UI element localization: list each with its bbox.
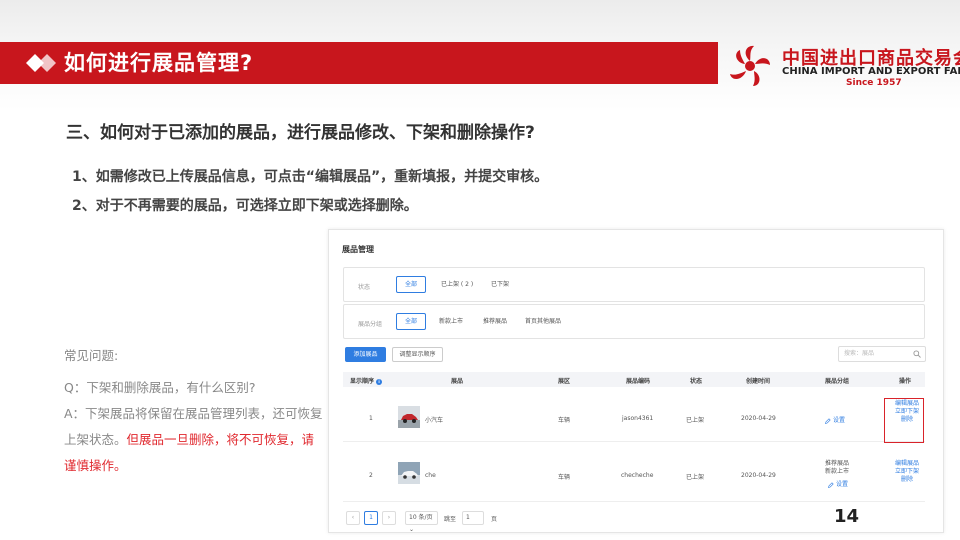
status-filter-label: 状态 <box>358 284 371 291</box>
info-icon: i <box>376 378 383 385</box>
chevron-down-icon: ⌄ <box>409 526 415 533</box>
row-zone: 车辆 <box>558 417 571 424</box>
add-exhibit-button[interactable]: 添加展品 <box>345 347 386 362</box>
column-actions: 操作 <box>899 378 912 385</box>
group-filter-label: 展品分组 <box>358 321 383 328</box>
logo-since-text: Since 1957 <box>846 78 902 88</box>
car-thumbnail <box>398 462 420 484</box>
row-code: jason4361 <box>622 415 654 422</box>
step-2: 2、对于不再需要的展品，可选择立即下架或选择删除。 <box>72 198 418 214</box>
edit-icon <box>828 481 834 488</box>
column-status: 状态 <box>690 378 703 385</box>
diamond-icon <box>26 54 56 72</box>
actions-highlight-box <box>884 398 924 443</box>
row-order: 2 <box>369 472 373 479</box>
search-input[interactable]: 搜索：展品 <box>838 346 926 362</box>
status-option-all[interactable]: 全部 <box>396 276 427 293</box>
status-option-delisted[interactable]: 已下架 <box>482 276 518 293</box>
status-filter: 状态 全部 已上架 ( 2 ) 已下架 <box>343 267 925 302</box>
delete-link[interactable]: 删除 <box>887 476 927 484</box>
row-name[interactable]: che <box>425 472 436 479</box>
row-status: 已上架 <box>686 417 705 424</box>
faq-title: 常见问题: <box>64 348 119 363</box>
section-heading: 三、如何对于已添加的展品，进行展品修改、下架和删除操作? <box>66 123 535 143</box>
group-setting-link[interactable]: 设置 <box>828 479 848 488</box>
edit-exhibit-link[interactable]: 编辑展品 <box>887 460 927 468</box>
row-name[interactable]: 小汽车 <box>425 415 443 424</box>
page-title: 如何进行展品管理? <box>64 51 254 75</box>
column-zone: 展区 <box>558 378 571 385</box>
group-option-new[interactable]: 新款上市 <box>430 313 472 330</box>
row-zone: 车辆 <box>558 474 571 481</box>
status-option-listed[interactable]: 已上架 ( 2 ) <box>432 276 482 293</box>
row-status: 已上架 <box>686 474 705 481</box>
reorder-button[interactable]: 调整显示顺序 <box>392 347 443 362</box>
faq-block: 常见问题: Q：下架和删除展品，有什么区别? A：下架展品将保留在展品管理列表，… <box>64 343 326 479</box>
canton-fair-logo: 中国进出口商品交易会 CHINA IMPORT AND EXPORT FAIR … <box>720 40 960 90</box>
pager-jump-input[interactable]: 1 <box>462 511 484 525</box>
search-icon <box>913 350 921 358</box>
faq-question: Q：下架和删除展品，有什么区别? <box>64 380 256 395</box>
step-1: 1、如需修改已上传展品信息，可点击“编辑展品”，重新填报，并提交审核。 <box>72 169 549 185</box>
row-code: checheche <box>621 472 654 479</box>
logo-english-text: CHINA IMPORT AND EXPORT FAIR <box>782 66 960 77</box>
edit-icon <box>825 417 831 424</box>
group-option-all[interactable]: 全部 <box>396 313 427 330</box>
table-row: 2 che 车辆 checheche 已上架 2020-04-29 推荐展品 新… <box>343 450 925 502</box>
pager-jump-label: 跳至 <box>444 516 457 523</box>
row-order: 1 <box>369 415 373 422</box>
table-row: 1 小汽车 车辆 jason4361 已上架 2020-04-29 设置 编辑展… <box>343 390 925 442</box>
exhibit-management-screenshot: 展品管理 状态 全部 已上架 ( 2 ) 已下架 展品分组 全部 新款上市 推荐… <box>328 229 944 533</box>
group-filter: 展品分组 全部 新款上市 推荐展品 首页其他展品 <box>343 304 925 339</box>
car-thumbnail <box>398 406 420 428</box>
group-setting-link[interactable]: 设置 <box>825 415 845 424</box>
column-group: 展品分组 <box>825 378 850 385</box>
row-date: 2020-04-29 <box>741 415 776 422</box>
row-date: 2020-04-29 <box>741 472 776 479</box>
pager-page-1[interactable]: 1 <box>364 511 378 525</box>
slide-page-number: 14 <box>834 506 860 527</box>
pager-next-button[interactable]: › <box>382 511 396 525</box>
table-header: 显示顺序 i 展品 展区 展品编码 状态 创建时间 展品分组 操作 <box>343 372 925 387</box>
page-size-select[interactable]: 10 条/页 ⌄ <box>405 511 438 533</box>
group-option-homepage[interactable]: 首页其他展品 <box>516 313 570 330</box>
column-exhibit: 展品 <box>451 378 464 385</box>
row-actions: 编辑展品 立即下架 删除 <box>887 460 927 484</box>
delist-link[interactable]: 立即下架 <box>887 468 927 476</box>
column-created: 创建时间 <box>746 378 771 385</box>
pager-prev-button[interactable]: ‹ <box>346 511 360 525</box>
title-banner: 如何进行展品管理? <box>0 42 718 84</box>
pager-unit-label: 页 <box>491 516 498 523</box>
flower-emblem-icon <box>730 45 770 86</box>
column-order: 显示顺序 i <box>350 376 383 385</box>
row-groups: 推荐展品 新款上市 <box>825 460 850 475</box>
screenshot-title: 展品管理 <box>342 245 374 254</box>
search-placeholder: 搜索：展品 <box>844 350 875 357</box>
faq-answer: A：下架展品将保留在展品管理列表，还可恢复上架状态。但展品一旦删除，将不可恢复，… <box>64 401 326 479</box>
group-option-recommended[interactable]: 推荐展品 <box>474 313 516 330</box>
column-code: 展品编码 <box>626 378 651 385</box>
